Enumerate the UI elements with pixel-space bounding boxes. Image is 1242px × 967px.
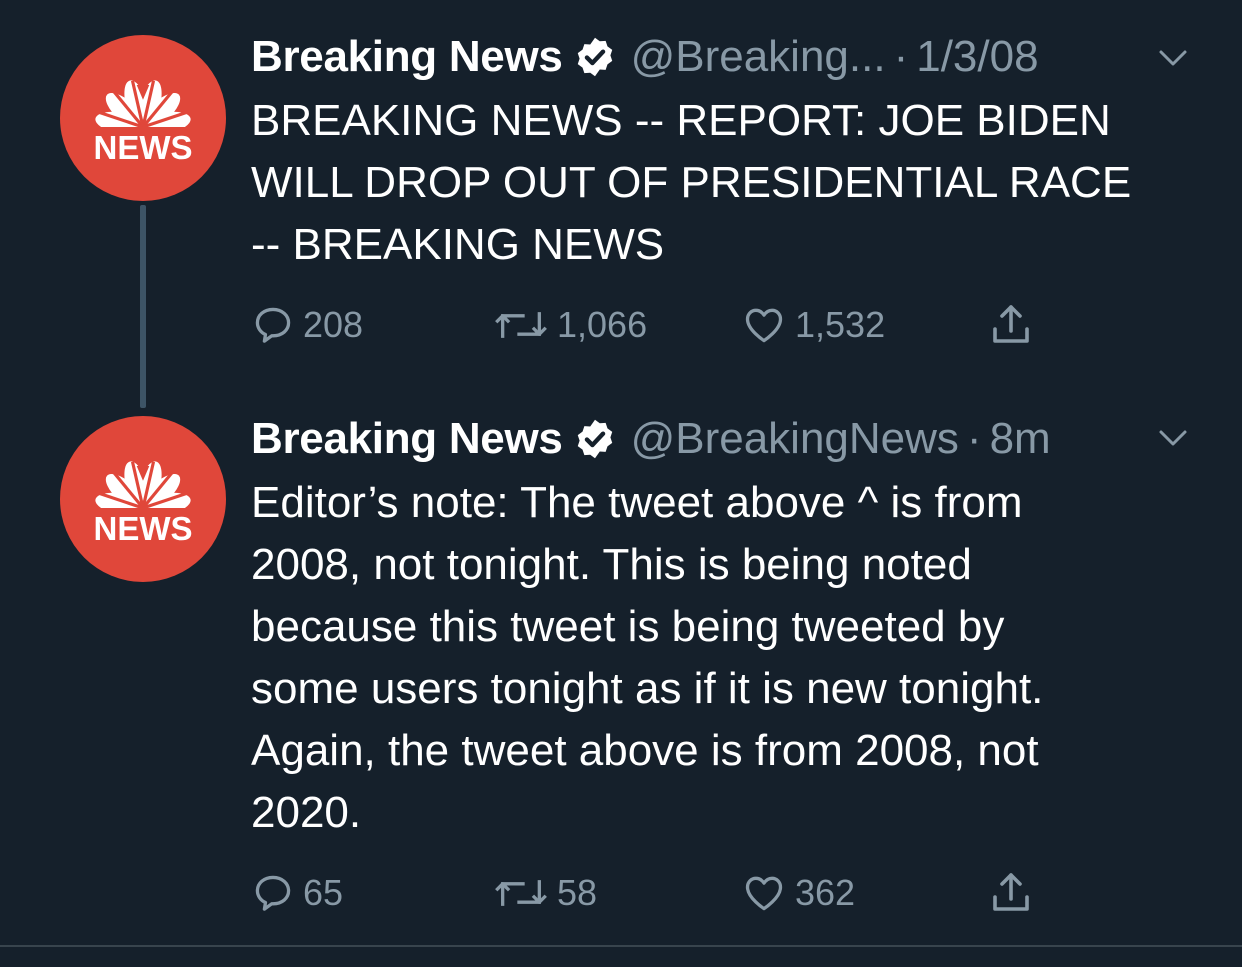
tweet-text: Editor’s note: The tweet above ^ is from…	[251, 478, 1044, 837]
retweet-count: 58	[557, 872, 598, 913]
verified-badge-icon	[577, 419, 612, 459]
heart-icon	[745, 876, 783, 911]
timestamp[interactable]: 1/3/08	[916, 32, 1038, 82]
tweet-header: Breaking News @Breaking... · 1/3/08	[251, 32, 1039, 82]
retweet-button[interactable]: 58	[493, 868, 597, 918]
tweet-actions: 65 58 362	[251, 868, 1051, 918]
peacock-logo-icon: NEWS	[80, 457, 206, 548]
reply-count: 208	[303, 304, 364, 345]
verified-badge-icon	[577, 37, 612, 77]
chevron-down-icon[interactable]	[1158, 428, 1188, 448]
peacock-logo-icon: NEWS	[80, 76, 206, 167]
share-icon	[993, 873, 1029, 911]
like-count: 362	[795, 872, 856, 913]
avatar-label: NEWS	[94, 510, 193, 547]
timestamp[interactable]: 8m	[990, 414, 1051, 464]
tweet-header: Breaking News @BreakingNews · 8m	[251, 414, 1051, 464]
chevron-down-icon[interactable]	[1158, 48, 1188, 68]
reply-button[interactable]: 65	[251, 868, 343, 918]
avatar-label: NEWS	[94, 129, 193, 166]
tweet-actions: 208 1,066 1,532	[251, 300, 1051, 350]
tweet-text: BREAKING NEWS -- REPORT: JOE BIDEN WILL …	[251, 96, 1132, 269]
share-button[interactable]	[987, 868, 1043, 918]
share-button[interactable]	[987, 300, 1043, 350]
like-button[interactable]: 362	[741, 868, 855, 918]
like-count: 1,532	[795, 304, 886, 345]
divider	[0, 945, 1242, 947]
tweet[interactable]: NEWS Breaking News @BreakingNews · 8m Ed…	[0, 408, 1242, 945]
heart-icon	[745, 308, 783, 343]
avatar[interactable]: NEWS	[60, 416, 226, 582]
reply-button[interactable]: 208	[251, 300, 363, 350]
retweet-button[interactable]: 1,066	[493, 300, 647, 350]
reply-icon	[255, 875, 291, 911]
reply-count: 65	[303, 872, 344, 913]
tweet[interactable]: NEWS Breaking News @Breaking... · 1/3/08…	[0, 0, 1242, 408]
separator: ·	[893, 32, 909, 81]
thread-connector	[140, 205, 146, 408]
separator: ·	[966, 414, 982, 463]
display-name[interactable]: Breaking News	[251, 32, 563, 82]
retweet-count: 1,066	[557, 304, 648, 345]
timeline: NEWS Breaking News @Breaking... · 1/3/08…	[0, 0, 1242, 967]
share-icon	[993, 305, 1029, 343]
like-button[interactable]: 1,532	[741, 300, 885, 350]
handle[interactable]: @Breaking...	[631, 32, 886, 82]
retweet-icon	[495, 312, 547, 338]
handle[interactable]: @BreakingNews	[631, 414, 959, 464]
retweet-icon	[495, 880, 547, 906]
reply-icon	[255, 307, 291, 343]
display-name[interactable]: Breaking News	[251, 414, 563, 464]
avatar[interactable]: NEWS	[60, 35, 226, 201]
